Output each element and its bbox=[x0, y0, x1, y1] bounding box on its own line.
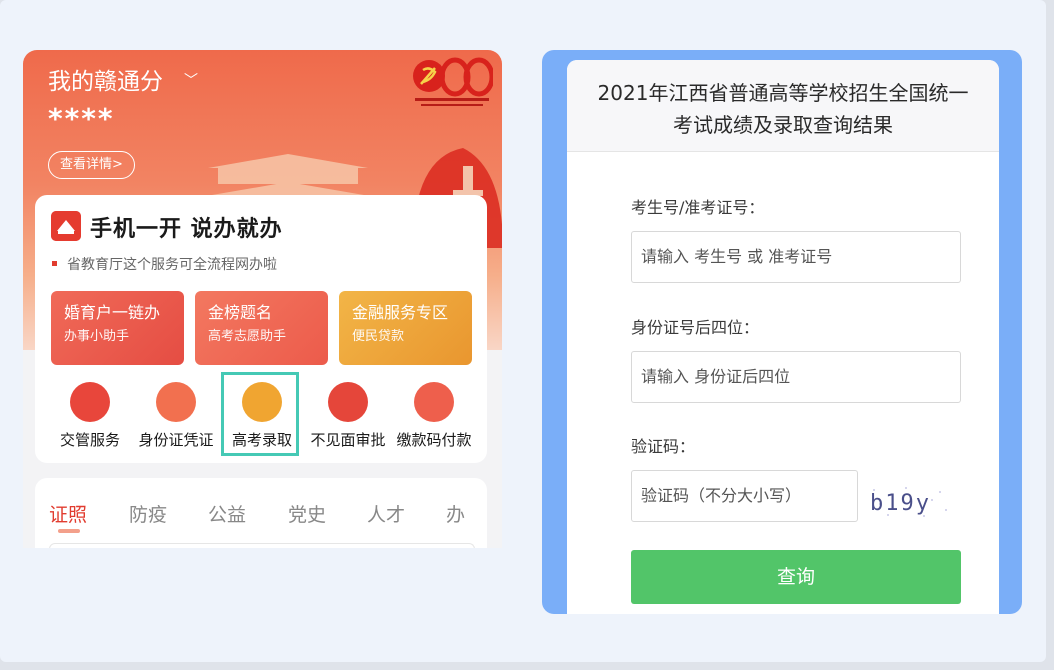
service-label: 缴款码付款 bbox=[396, 431, 472, 449]
service-card-subtitle: 省教育厅这个服务可全流程网办啦 bbox=[67, 257, 277, 273]
query-form-card: 2021年江西省普通高等学校招生全国统一 考试成绩及录取查询结果 考生号/准考证… bbox=[567, 60, 999, 614]
masked-score: **** bbox=[48, 102, 115, 135]
tile-title: 婚育户一链办 bbox=[64, 303, 161, 322]
payment-flag-icon bbox=[414, 382, 454, 422]
exam-number-label: 考生号/准考证号： bbox=[631, 198, 765, 217]
query-submit-button[interactable]: 查询 bbox=[631, 550, 961, 604]
service-label: 交管服务 bbox=[59, 431, 120, 449]
captcha-image[interactable]: b19y bbox=[866, 482, 950, 522]
active-tab-indicator bbox=[58, 529, 80, 533]
tile-subtitle: 便民贷款 bbox=[352, 329, 405, 344]
service-traffic[interactable]: 交管服务 bbox=[47, 380, 133, 450]
tile-title: 金榜题名 bbox=[208, 303, 273, 322]
captcha-input[interactable]: 验证码（不分大小写） bbox=[631, 470, 858, 522]
approval-icon bbox=[328, 382, 368, 422]
tab-certificates[interactable]: 证照 bbox=[49, 500, 87, 527]
admission-highlight-box bbox=[221, 372, 299, 456]
view-details-button[interactable]: 查看详情> bbox=[48, 151, 135, 179]
party-centenary-logo-icon bbox=[413, 57, 493, 106]
service-card-title: 手机一开 说办就办 bbox=[90, 217, 283, 242]
query-panel: 2021年江西省普通高等学校招生全国统一 考试成绩及录取查询结果 考生号/准考证… bbox=[542, 50, 1022, 614]
service-id-card[interactable]: 身份证凭证 bbox=[133, 380, 219, 450]
tab-talent[interactable]: 人才 bbox=[367, 500, 405, 527]
mobile-app-panel: 我的赣通分 ﹀ **** 查看详情> 手机一开 说办就办 省教育厅这个服务可全流… bbox=[23, 50, 502, 548]
chevron-down-icon[interactable]: ﹀ bbox=[184, 70, 198, 90]
query-title-line-2: 考试成绩及录取查询结果 bbox=[673, 113, 893, 137]
tab-more[interactable]: 办 bbox=[446, 500, 465, 527]
screenshot-canvas: 我的赣通分 ﹀ **** 查看详情> 手机一开 说办就办 省教育厅这个服务可全流… bbox=[0, 0, 1046, 662]
content-box-edge bbox=[49, 543, 475, 548]
category-tabs: 证照 防疫 公益 党史 人才 办 bbox=[35, 478, 487, 548]
tile-finance-services[interactable]: 金融服务专区 便民贷款 bbox=[339, 291, 472, 365]
tile-subtitle: 高考志愿助手 bbox=[208, 329, 287, 344]
hero-title: 我的赣通分 bbox=[48, 69, 163, 95]
id-last4-label: 身份证号后四位： bbox=[631, 318, 760, 337]
captcha-label: 验证码： bbox=[631, 437, 696, 456]
service-approval[interactable]: 不见面审批 bbox=[305, 380, 391, 450]
id-card-icon bbox=[156, 382, 196, 422]
id-last4-input[interactable]: 请输入 身份证后四位 bbox=[631, 351, 961, 403]
traffic-service-icon bbox=[70, 382, 110, 422]
app-logo-icon bbox=[51, 211, 81, 241]
tab-party-history[interactable]: 党史 bbox=[288, 500, 326, 527]
service-label: 不见面审批 bbox=[310, 431, 386, 449]
service-payment[interactable]: 缴款码付款 bbox=[391, 380, 477, 450]
tab-welfare[interactable]: 公益 bbox=[208, 500, 246, 527]
tile-subtitle: 办事小助手 bbox=[64, 329, 130, 344]
query-form-header: 2021年江西省普通高等学校招生全国统一 考试成绩及录取查询结果 bbox=[567, 60, 999, 152]
bullet-icon bbox=[52, 261, 57, 266]
tile-title: 金融服务专区 bbox=[352, 303, 449, 322]
service-label: 身份证凭证 bbox=[138, 431, 214, 449]
tile-marriage-birth[interactable]: 婚育户一链办 办事小助手 bbox=[51, 291, 184, 365]
captcha-text: b19y bbox=[870, 491, 931, 516]
query-title-line-1: 2021年江西省普通高等学校招生全国统一 bbox=[597, 81, 969, 105]
tile-college-exam[interactable]: 金榜题名 高考志愿助手 bbox=[195, 291, 328, 365]
tab-epidemic[interactable]: 防疫 bbox=[129, 500, 167, 527]
exam-number-input[interactable]: 请输入 考生号 或 准考证号 bbox=[631, 231, 961, 283]
